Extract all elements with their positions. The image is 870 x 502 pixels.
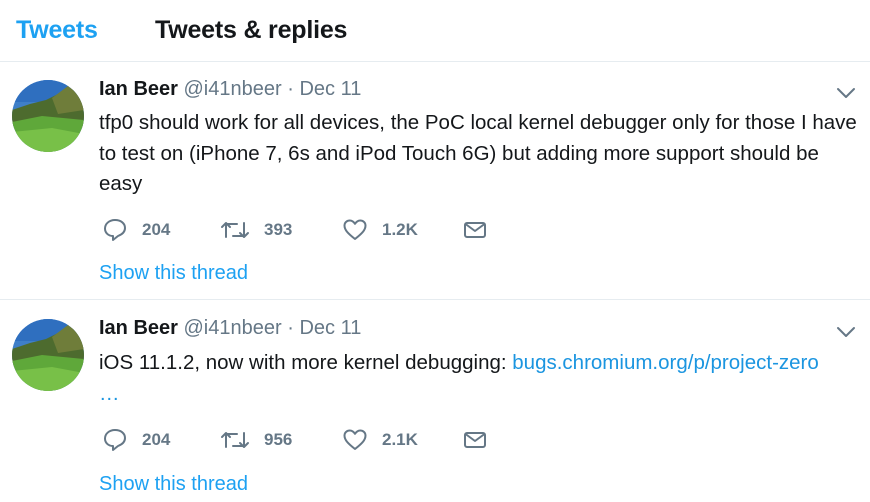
reply-icon <box>104 219 126 241</box>
tweet-date[interactable]: Dec 11 <box>299 78 361 100</box>
tweet-header: Ian Beer @i41nbeer · Dec 11 <box>99 317 361 340</box>
chevron-down-icon[interactable] <box>836 325 856 339</box>
direct-message-button[interactable] <box>462 217 488 243</box>
show-thread-link[interactable]: Show this thread <box>99 262 248 285</box>
author-name[interactable]: Ian Beer <box>99 78 178 100</box>
reply-icon <box>104 429 126 451</box>
avatar[interactable] <box>12 319 84 391</box>
retweet-count: 393 <box>264 220 293 239</box>
tweet-text: tfp0 should work for all devices, the Po… <box>99 108 859 200</box>
retweet-button[interactable]: 393 <box>220 217 292 243</box>
retweet-icon <box>221 432 249 448</box>
reply-count: 204 <box>142 220 171 239</box>
retweet-button[interactable]: 956 <box>220 427 292 453</box>
author-handle[interactable]: @i41nbeer <box>184 317 282 339</box>
tweet-body: tfp0 should work for all devices, the Po… <box>99 111 857 195</box>
author-handle[interactable]: @i41nbeer <box>184 78 282 100</box>
heart-icon <box>343 429 367 450</box>
like-button[interactable]: 1.2K <box>342 217 418 243</box>
link-ellipsis[interactable]: … <box>99 382 120 405</box>
envelope-icon <box>464 222 486 238</box>
tweet-link[interactable]: bugs.chromium.org/p/project-zero <box>512 351 819 374</box>
like-button[interactable]: 2.1K <box>342 427 418 453</box>
like-count: 1.2K <box>382 220 418 239</box>
chevron-down-icon[interactable] <box>836 86 856 100</box>
reply-button[interactable]: 204 <box>102 427 170 453</box>
author-name[interactable]: Ian Beer <box>99 317 178 339</box>
direct-message-button[interactable] <box>462 427 488 453</box>
reply-button[interactable]: 204 <box>102 217 170 243</box>
retweet-icon <box>221 222 249 238</box>
tab-tweets-and-replies[interactable]: Tweets & replies <box>155 16 347 45</box>
heart-icon <box>343 219 367 240</box>
tweet-actions: 204 393 1.2K <box>102 217 522 243</box>
tweet-body: iOS 11.1.2, now with more kernel debuggi… <box>99 351 513 374</box>
tweet[interactable]: Ian Beer @i41nbeer · Dec 11 iOS 11.1.2, … <box>0 301 870 502</box>
separator: · <box>287 317 294 339</box>
tweet-date[interactable]: Dec 11 <box>299 317 361 339</box>
tweet-actions: 204 956 2.1K <box>102 427 522 453</box>
tweet[interactable]: Ian Beer @i41nbeer · Dec 11 tfp0 should … <box>0 62 870 300</box>
show-thread-link[interactable]: Show this thread <box>99 473 248 496</box>
tweet-text: iOS 11.1.2, now with more kernel debuggi… <box>99 348 859 409</box>
tweet-header: Ian Beer @i41nbeer · Dec 11 <box>99 78 361 101</box>
reply-count: 204 <box>142 430 171 449</box>
avatar[interactable] <box>12 80 84 152</box>
retweet-count: 956 <box>264 430 293 449</box>
like-count: 2.1K <box>382 430 418 449</box>
tab-tweets[interactable]: Tweets <box>16 16 98 45</box>
envelope-icon <box>464 432 486 448</box>
profile-tabs: Tweets Tweets & replies <box>0 0 870 62</box>
separator: · <box>287 78 294 100</box>
